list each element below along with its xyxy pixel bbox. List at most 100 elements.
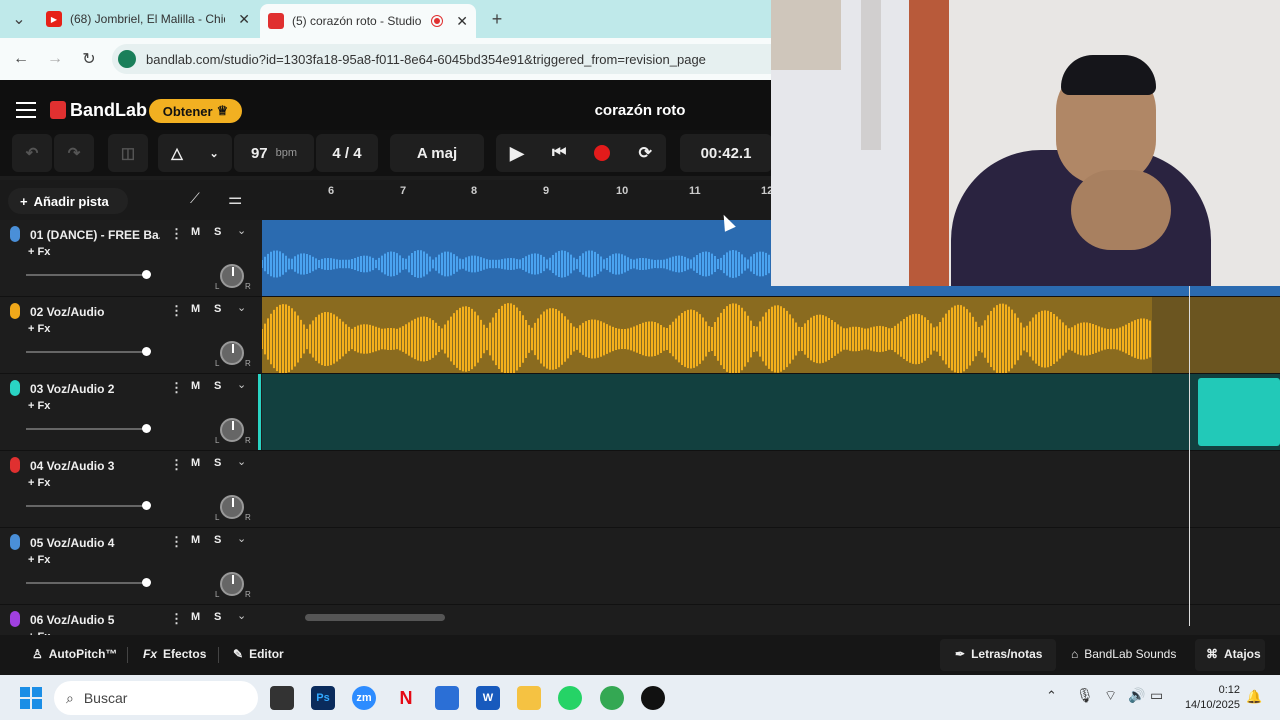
add-fx-button[interactable]: + Fx bbox=[28, 400, 50, 412]
site-info-icon[interactable] bbox=[118, 50, 136, 68]
track-name[interactable]: 04 Voz/Audio 3 bbox=[30, 459, 160, 473]
track-header[interactable]: 01 (DANCE) - FREE Ba... + Fx ⋮ M S ⌄ L R bbox=[0, 220, 262, 297]
tab-close-icon[interactable]: ✕ bbox=[456, 13, 468, 30]
track-name[interactable]: 01 (DANCE) - FREE Ba... bbox=[30, 228, 160, 242]
track-options-icon[interactable]: ⋮ bbox=[170, 611, 183, 627]
automation-icon[interactable]: ⟋ bbox=[190, 190, 200, 207]
chrome-icon[interactable] bbox=[600, 686, 624, 710]
volume-icon[interactable]: 🔊 bbox=[1128, 687, 1145, 704]
track-options-icon[interactable]: ⋮ bbox=[170, 380, 183, 396]
add-fx-button[interactable]: + Fx bbox=[28, 554, 50, 566]
mute-button[interactable]: M bbox=[191, 380, 200, 392]
whatsapp-icon[interactable] bbox=[558, 686, 582, 710]
mixer-settings-icon[interactable]: ⚌ bbox=[228, 189, 242, 209]
horizontal-scrollbar[interactable] bbox=[305, 614, 445, 621]
mute-button[interactable]: M bbox=[191, 457, 200, 469]
volume-slider[interactable] bbox=[26, 428, 148, 430]
track-header[interactable]: 02 Voz/Audio + Fx ⋮ M S ⌄ L R bbox=[0, 297, 262, 374]
solo-button[interactable]: S bbox=[214, 534, 221, 546]
battery-icon[interactable]: ▭ bbox=[1150, 687, 1163, 704]
solo-button[interactable]: S bbox=[214, 457, 221, 469]
pan-knob[interactable] bbox=[220, 418, 244, 442]
word-icon[interactable]: W bbox=[476, 686, 500, 710]
pan-knob[interactable] bbox=[220, 264, 244, 288]
tab-youtube[interactable]: ▶ (68) Jombriel, El Malilla - Chiqu ✕ bbox=[38, 4, 258, 34]
tab-bandlab[interactable]: (5) corazón roto - Studio ✕ bbox=[260, 4, 476, 38]
track-lane[interactable] bbox=[262, 451, 1280, 528]
chevron-down-icon[interactable]: ⌄ bbox=[237, 378, 246, 391]
volume-slider[interactable] bbox=[26, 505, 148, 507]
add-track-button[interactable]: + Añadir pista bbox=[8, 188, 128, 214]
chevron-down-icon[interactable]: ⌄ bbox=[237, 455, 246, 468]
track-name[interactable]: 06 Voz/Audio 5 bbox=[30, 613, 160, 627]
clock[interactable]: 0:12 14/10/2025 bbox=[1180, 683, 1240, 713]
add-fx-button[interactable]: + Fx bbox=[28, 477, 50, 489]
track-header[interactable]: 05 Voz/Audio 4 + Fx ⋮ M S ⌄ L R bbox=[0, 528, 262, 605]
loop-icon[interactable]: ⟳ bbox=[639, 143, 652, 163]
shortcuts-button[interactable]: ⌘ Atajos bbox=[1206, 647, 1261, 661]
track-options-icon[interactable]: ⋮ bbox=[170, 457, 183, 473]
mute-button[interactable]: M bbox=[191, 611, 200, 623]
mute-button[interactable]: M bbox=[191, 303, 200, 315]
volume-slider-handle[interactable] bbox=[141, 347, 151, 356]
track-name[interactable]: 03 Voz/Audio 2 bbox=[30, 382, 160, 396]
solo-button[interactable]: S bbox=[214, 380, 221, 392]
track-header[interactable]: 04 Voz/Audio 3 + Fx ⋮ M S ⌄ L R bbox=[0, 451, 262, 528]
autopitch-button[interactable]: ♙ AutoPitch™ bbox=[32, 647, 117, 661]
volume-slider-handle[interactable] bbox=[141, 424, 151, 433]
chevron-down-icon[interactable]: ⌄ bbox=[237, 609, 246, 622]
netflix-icon[interactable]: N bbox=[394, 686, 418, 710]
project-title[interactable]: corazón roto bbox=[560, 102, 720, 119]
track-lane[interactable] bbox=[261, 297, 1280, 375]
track-options-icon[interactable]: ⋮ bbox=[170, 303, 183, 319]
back-arrow-icon[interactable]: ← bbox=[10, 48, 32, 70]
forward-arrow-icon[interactable]: → bbox=[44, 48, 66, 70]
photoshop-icon[interactable]: Ps bbox=[311, 686, 335, 710]
playhead[interactable] bbox=[1189, 286, 1190, 626]
solo-button[interactable]: S bbox=[214, 226, 221, 238]
mute-button[interactable]: M bbox=[191, 226, 200, 238]
get-button[interactable]: Obtener ♕ bbox=[149, 99, 242, 123]
file-explorer-icon[interactable] bbox=[517, 686, 541, 710]
play-icon[interactable]: ▶ bbox=[510, 143, 524, 164]
volume-slider-handle[interactable] bbox=[141, 270, 151, 279]
chevron-down-icon[interactable]: ⌄ bbox=[237, 532, 246, 545]
undo-icon[interactable]: ↶ bbox=[12, 134, 52, 172]
microphone-icon[interactable]: 🎙 bbox=[1076, 687, 1094, 704]
audio-clip[interactable] bbox=[261, 297, 1152, 375]
key-selector[interactable]: A maj bbox=[390, 134, 484, 172]
track-options-icon[interactable]: ⋮ bbox=[170, 534, 183, 550]
bandlab-sounds-button[interactable]: ⌂ BandLab Sounds bbox=[1071, 647, 1176, 661]
add-fx-button[interactable]: + Fx bbox=[28, 323, 50, 335]
track-name[interactable]: 05 Voz/Audio 4 bbox=[30, 536, 160, 550]
notification-bell-icon[interactable]: 🔔 bbox=[1246, 689, 1262, 705]
track-name[interactable]: 02 Voz/Audio bbox=[30, 305, 160, 319]
split-icon[interactable]: ◫ bbox=[108, 134, 148, 172]
add-fx-button[interactable]: + Fx bbox=[28, 246, 50, 258]
reload-icon[interactable]: ↻ bbox=[78, 48, 100, 70]
volume-slider[interactable] bbox=[26, 351, 148, 353]
new-tab-button[interactable]: + bbox=[486, 8, 508, 30]
redo-icon[interactable]: ↷ bbox=[54, 134, 94, 172]
editor-button[interactable]: ✎ Editor bbox=[233, 647, 284, 661]
volume-slider-handle[interactable] bbox=[141, 578, 151, 587]
skip-back-icon[interactable]: ⏮ bbox=[552, 144, 566, 162]
effects-button[interactable]: Fx Efectos bbox=[143, 647, 206, 661]
lyrics-button[interactable]: ✒ Letras/notas bbox=[955, 647, 1042, 661]
volume-slider[interactable] bbox=[26, 582, 148, 584]
pan-knob[interactable] bbox=[220, 572, 244, 596]
chevron-down-icon[interactable]: ⌄ bbox=[237, 224, 246, 237]
store-icon[interactable] bbox=[435, 686, 459, 710]
audio-clip[interactable] bbox=[1198, 378, 1280, 446]
pan-knob[interactable] bbox=[220, 341, 244, 365]
tab-close-icon[interactable]: ✕ bbox=[238, 11, 250, 28]
time-signature[interactable]: 4 / 4 bbox=[316, 134, 378, 172]
taskbar-search[interactable]: ⌕ Buscar bbox=[54, 681, 258, 715]
track-lane[interactable] bbox=[262, 528, 1280, 605]
chevron-up-icon[interactable]: ⌃ bbox=[1046, 688, 1057, 704]
wifi-icon[interactable]: ⌔ bbox=[1104, 687, 1117, 705]
zoom-icon[interactable]: zm bbox=[352, 686, 376, 710]
chevron-down-icon[interactable]: ⌄ bbox=[237, 301, 246, 314]
record-icon[interactable] bbox=[594, 145, 611, 161]
hamburger-menu-icon[interactable] bbox=[16, 102, 36, 118]
